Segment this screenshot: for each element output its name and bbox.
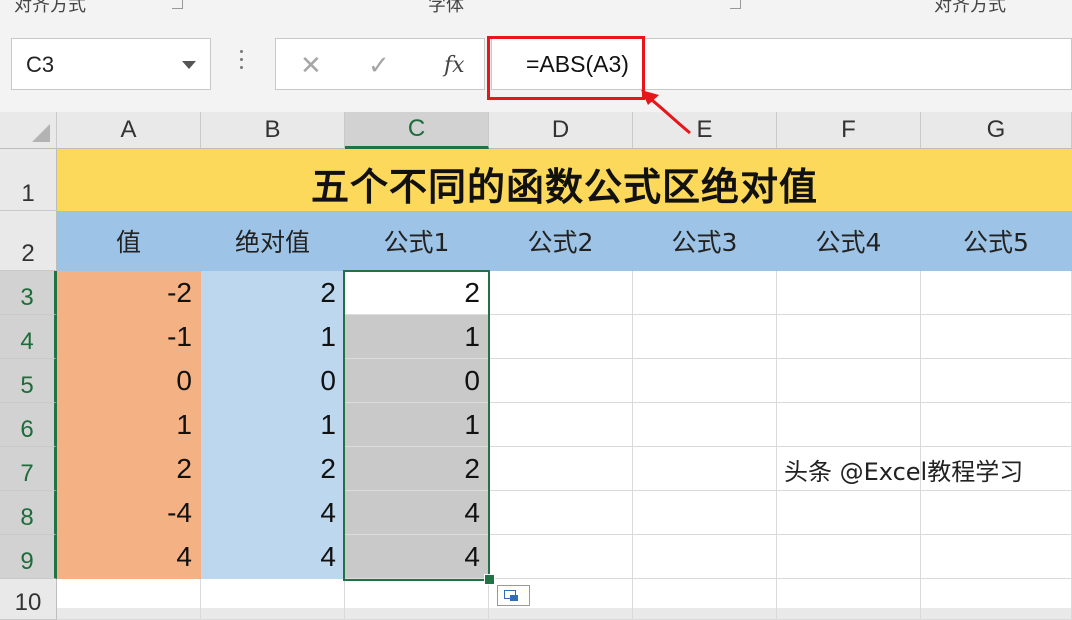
column-header-g[interactable]: G xyxy=(921,112,1072,149)
empty-cell[interactable] xyxy=(921,491,1072,535)
name-box[interactable]: C3 xyxy=(11,38,211,90)
cell-b5[interactable]: 0 xyxy=(201,359,345,403)
ribbon-group-label: 字体 xyxy=(428,0,464,15)
cell-a3[interactable]: -2 xyxy=(57,271,201,315)
cell-c7[interactable]: 2 xyxy=(345,447,489,491)
empty-cell[interactable] xyxy=(633,271,777,315)
cell-b9[interactable]: 4 xyxy=(201,535,345,579)
empty-cell[interactable] xyxy=(777,491,921,535)
header-cell[interactable]: 公式1 xyxy=(345,211,489,271)
empty-cell[interactable] xyxy=(633,579,777,620)
empty-cell[interactable] xyxy=(777,579,921,620)
dialog-launcher-icon[interactable] xyxy=(730,0,741,9)
empty-cell[interactable] xyxy=(921,579,1072,620)
cell-b7[interactable]: 2 xyxy=(201,447,345,491)
empty-cell[interactable] xyxy=(921,359,1072,403)
empty-cell[interactable] xyxy=(633,447,777,491)
column-header-b[interactable]: B xyxy=(201,112,345,149)
header-cell[interactable]: 绝对值 xyxy=(201,211,345,271)
sheet-title[interactable]: 五个不同的函数公式区绝对值 xyxy=(57,149,1072,211)
row-header-10[interactable]: 10 xyxy=(0,579,57,620)
empty-cell[interactable] xyxy=(633,403,777,447)
column-header-c[interactable]: C xyxy=(345,112,489,149)
header-cell[interactable]: 值 xyxy=(57,211,201,271)
cell-c6[interactable]: 1 xyxy=(345,403,489,447)
chevron-down-icon[interactable] xyxy=(182,61,196,69)
empty-cell[interactable] xyxy=(777,315,921,359)
empty-cell[interactable] xyxy=(777,359,921,403)
cell-a6[interactable]: 1 xyxy=(57,403,201,447)
empty-cell[interactable] xyxy=(777,535,921,579)
column-header-a[interactable]: A xyxy=(57,112,201,149)
enter-check-icon[interactable]: ✓ xyxy=(368,51,390,81)
header-cell[interactable]: 公式2 xyxy=(489,211,633,271)
empty-cell[interactable] xyxy=(921,535,1072,579)
cell-c5[interactable]: 0 xyxy=(345,359,489,403)
row-header-7[interactable]: 7 xyxy=(0,447,57,491)
empty-cell[interactable] xyxy=(345,579,489,620)
row-header-9[interactable]: 9 xyxy=(0,535,57,579)
empty-cell[interactable] xyxy=(489,403,633,447)
empty-cell[interactable] xyxy=(201,579,345,620)
row-header-3[interactable]: 3 xyxy=(0,271,57,315)
cell-a4[interactable]: -1 xyxy=(57,315,201,359)
header-cell[interactable]: 公式5 xyxy=(921,211,1072,271)
empty-cell[interactable] xyxy=(921,315,1072,359)
worksheet-grid[interactable]: A B C D E F G 1 2 3 4 5 6 7 8 9 10 五个不同的函数公式区绝对值值绝对值 公式1 公式… xyxy=(0,112,1072,620)
ribbon-group-label: 对齐方式 xyxy=(14,0,86,15)
cell-b4[interactable]: 1 xyxy=(201,315,345,359)
header-cell[interactable]: 公式4 xyxy=(777,211,921,271)
cell-a7[interactable]: 2 xyxy=(57,447,201,491)
grip-dots-icon[interactable] xyxy=(238,50,244,78)
empty-cell[interactable] xyxy=(921,271,1072,315)
cell-b3[interactable]: 2 xyxy=(201,271,345,315)
empty-cell[interactable] xyxy=(489,535,633,579)
empty-cell[interactable] xyxy=(489,315,633,359)
empty-cell[interactable] xyxy=(633,359,777,403)
name-box-value: C3 xyxy=(26,52,55,77)
cell-b6[interactable]: 1 xyxy=(201,403,345,447)
fill-handle[interactable] xyxy=(484,574,495,585)
cancel-icon[interactable]: ✕ xyxy=(300,51,322,81)
formula-buttons: ✕ ✓ fx xyxy=(275,38,485,90)
cell-c4[interactable]: 1 xyxy=(345,315,489,359)
empty-cell[interactable] xyxy=(633,535,777,579)
formula-bar: C3 ✕ ✓ fx =ABS(A3) xyxy=(0,14,1072,112)
empty-cell[interactable] xyxy=(633,491,777,535)
column-header-e[interactable]: E xyxy=(633,112,777,149)
row-header-2[interactable]: 2 xyxy=(0,211,57,271)
empty-cell[interactable] xyxy=(777,403,921,447)
empty-cell[interactable] xyxy=(489,491,633,535)
row-header-1[interactable]: 1 xyxy=(0,149,57,211)
ribbon-group-label: 对齐方式 xyxy=(934,0,1006,15)
select-all-corner[interactable] xyxy=(0,112,57,149)
cell-b8[interactable]: 4 xyxy=(201,491,345,535)
empty-cell[interactable] xyxy=(57,579,201,620)
empty-cell[interactable] xyxy=(489,359,633,403)
row-header-8[interactable]: 8 xyxy=(0,491,57,535)
row-header-6[interactable]: 6 xyxy=(0,403,57,447)
header-cell[interactable]: 公式3 xyxy=(633,211,777,271)
empty-cell[interactable] xyxy=(633,315,777,359)
cell-a8[interactable]: -4 xyxy=(57,491,201,535)
insert-function-icon[interactable]: fx xyxy=(444,53,465,78)
cell-c8[interactable]: 4 xyxy=(345,491,489,535)
row-header-4[interactable]: 4 xyxy=(0,315,57,359)
cell-a9[interactable]: 4 xyxy=(57,535,201,579)
column-header-d[interactable]: D xyxy=(489,112,633,149)
cell-a5[interactable]: 0 xyxy=(57,359,201,403)
ribbon-remnant: 对齐方式 字体 对齐方式 xyxy=(0,0,1072,15)
quick-analysis-icon[interactable] xyxy=(497,585,530,606)
empty-cell[interactable] xyxy=(777,271,921,315)
column-header-f[interactable]: F xyxy=(777,112,921,149)
empty-cell[interactable] xyxy=(921,403,1072,447)
watermark: 头条 @Excel教程学习 xyxy=(784,458,1024,486)
empty-cell[interactable] xyxy=(489,271,633,315)
dialog-launcher-icon[interactable] xyxy=(172,0,183,9)
cell-c9[interactable]: 4 xyxy=(345,535,489,579)
formula-highlight-box xyxy=(487,36,645,100)
cell-c3[interactable]: 2 xyxy=(345,271,489,315)
empty-cell[interactable] xyxy=(489,447,633,491)
row-header-5[interactable]: 5 xyxy=(0,359,57,403)
